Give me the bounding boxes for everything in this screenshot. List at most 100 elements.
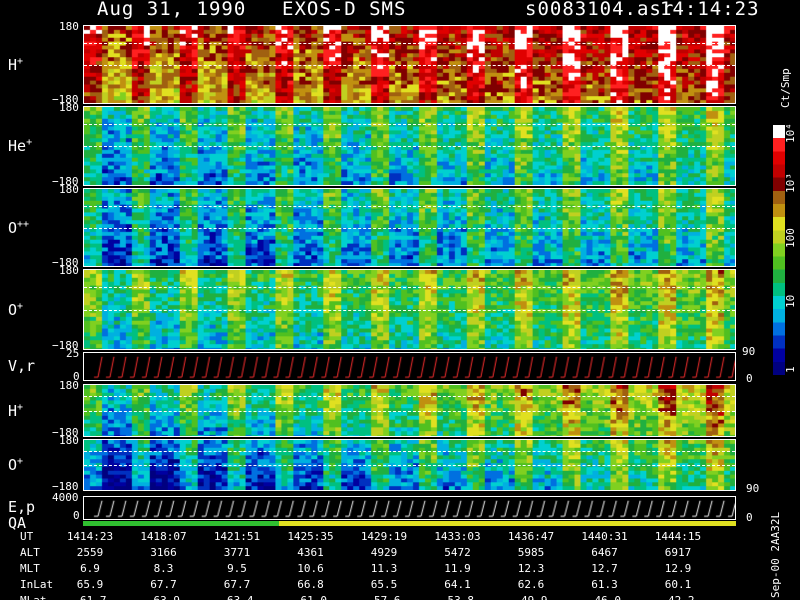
table-cell-0-5: 1433:03 xyxy=(434,530,481,543)
table-cell-0-4: 1429:19 xyxy=(360,530,408,543)
table-cell-3-4: 65.5 xyxy=(370,578,398,591)
panel-4-label: V,r xyxy=(8,356,36,375)
panel-5-dashed-line xyxy=(84,396,735,398)
header-time: 14:14:23 xyxy=(660,0,760,20)
table-cell-0-2: 1421:51 xyxy=(213,530,261,543)
panel-0-ytick-top: 180 xyxy=(59,20,79,33)
panel-1 xyxy=(83,106,736,186)
panel-3-dashed-line xyxy=(84,309,735,311)
table-cell-0-3: 1425:35 xyxy=(287,530,334,543)
table-cell-4-2: −63.4 xyxy=(207,595,267,600)
table-cell-1-3: 4361 xyxy=(297,546,324,559)
table-cell-0-0: 1414:23 xyxy=(66,530,114,543)
panel-7-right-tick-bottom: 0 xyxy=(746,511,753,524)
panel-6-dashed-line xyxy=(84,465,735,466)
table-row-label-4: MLat xyxy=(20,595,47,600)
panel-7-label2: QA xyxy=(8,514,27,532)
table-cell-2-1: 8.3 xyxy=(153,562,174,575)
panel-5-label: H+ xyxy=(8,401,24,420)
table-cell-1-6: 5985 xyxy=(517,546,545,559)
table-cell-1-4: 4929 xyxy=(370,546,398,559)
table-cell-2-8: 12.9 xyxy=(664,562,692,575)
panel-5 xyxy=(83,384,736,437)
panel-4 xyxy=(83,352,736,381)
panel-4-right-tick-bottom: 0 xyxy=(746,372,753,385)
panel-6-dashed-line xyxy=(84,451,735,452)
table-row-label-1: ALT xyxy=(20,546,40,559)
panel-1-label-sup: + xyxy=(26,137,33,148)
instrument-title: EXOS-D SMS xyxy=(282,0,407,20)
file-name: s0083104.asr xyxy=(525,0,675,20)
table-cell-1-1: 3166 xyxy=(150,546,177,559)
panel-0-dashed-line xyxy=(84,64,735,66)
table-cell-4-5: −53.8 xyxy=(428,595,488,600)
table-cell-0-7: 1440:31 xyxy=(581,530,628,543)
colorbar-label-0: 10⁴ xyxy=(784,123,797,143)
table-cell-1-0: 2559 xyxy=(76,546,104,559)
panel-1-label: He+ xyxy=(8,137,33,155)
panel-3-label-sup: + xyxy=(17,300,24,312)
qa-bar xyxy=(83,521,736,526)
table-cell-4-1: −63.9 xyxy=(134,595,194,600)
table-cell-2-2: 9.5 xyxy=(227,562,247,575)
panel-2-dashed-line xyxy=(84,227,735,229)
table-cell-1-2: 3771 xyxy=(223,546,251,559)
panel-6-ytick-top: 180 xyxy=(59,434,79,447)
table-cell-4-3: −61.0 xyxy=(281,595,341,600)
table-cell-2-5: 11.9 xyxy=(444,562,471,575)
panel-6-label: O+ xyxy=(8,456,24,474)
panel-7 xyxy=(83,496,736,520)
panel-7-ytick-bottom: 0 xyxy=(73,509,80,522)
table-cell-2-0: 6.9 xyxy=(80,562,100,575)
panel-0 xyxy=(83,25,736,104)
panel-2-label-sup: ++ xyxy=(17,218,30,230)
table-cell-0-8: 1444:15 xyxy=(654,530,702,543)
panel-4-right-tick-top: 90 xyxy=(742,345,756,358)
table-cell-2-6: 12.3 xyxy=(517,562,545,575)
table-cell-1-8: 6917 xyxy=(664,546,692,559)
colorbar-label-1: 10³ xyxy=(784,173,797,193)
panel-3 xyxy=(83,269,736,350)
panel-7-label: E,p xyxy=(8,498,36,516)
panel-5-dashed-line xyxy=(84,410,735,412)
table-cell-2-3: 10.6 xyxy=(297,562,324,575)
colorbar-gradient xyxy=(773,125,785,375)
panel-0-label: H+ xyxy=(8,55,24,74)
panel-0-dashed-line xyxy=(84,42,735,44)
table-cell-4-6: −49.9 xyxy=(501,595,561,600)
panel-4-ytick-top: 25 xyxy=(66,347,80,360)
colorbar-unit: Ct/Smp xyxy=(779,68,792,108)
table-cell-1-7: 6467 xyxy=(591,546,618,559)
panel-5-ytick-top: 180 xyxy=(59,379,79,392)
panel-2 xyxy=(83,188,736,267)
table-cell-4-7: −46.0 xyxy=(575,595,635,600)
panel-4-canvas xyxy=(84,353,735,380)
table-cell-3-0: 65.9 xyxy=(76,578,104,591)
colorbar-label-2: 100 xyxy=(784,228,797,248)
table-cell-2-4: 11.3 xyxy=(370,562,398,575)
panel-2-ytick-top: 180 xyxy=(59,183,79,196)
table-cell-4-0: −61.7 xyxy=(60,595,120,600)
footer-id: Sep-00 2AA32L xyxy=(769,511,782,598)
table-cell-3-6: 62.6 xyxy=(517,578,545,591)
panel-3-label: O+ xyxy=(8,300,24,319)
table-cell-2-7: 12.7 xyxy=(591,562,618,575)
table-cell-4-4: −57.6 xyxy=(354,595,414,600)
table-cell-3-3: 66.8 xyxy=(297,578,324,591)
panel-1-ytick-top: 180 xyxy=(59,101,79,114)
panel-2-label: O++ xyxy=(8,218,30,237)
table-cell-3-8: 60.1 xyxy=(664,578,692,591)
panel-1-dashed-line xyxy=(84,146,735,147)
plot-window: { "header": { "date": "Aug 31, 1990", "i… xyxy=(0,0,800,600)
panel-2-dashed-line xyxy=(84,205,735,207)
panel-6 xyxy=(83,439,736,491)
table-cell-3-7: 61.3 xyxy=(591,578,618,591)
table-cell-0-1: 1418:07 xyxy=(140,530,187,543)
panel-6-label-sup: + xyxy=(17,456,24,467)
colorbar-label-3: 10 xyxy=(784,294,797,308)
table-cell-4-8: −42.2 xyxy=(648,595,708,600)
panel-7-canvas xyxy=(84,497,735,519)
table-cell-1-5: 5472 xyxy=(444,546,471,559)
panel-3-dashed-line xyxy=(84,287,735,289)
colorbar xyxy=(773,125,785,375)
